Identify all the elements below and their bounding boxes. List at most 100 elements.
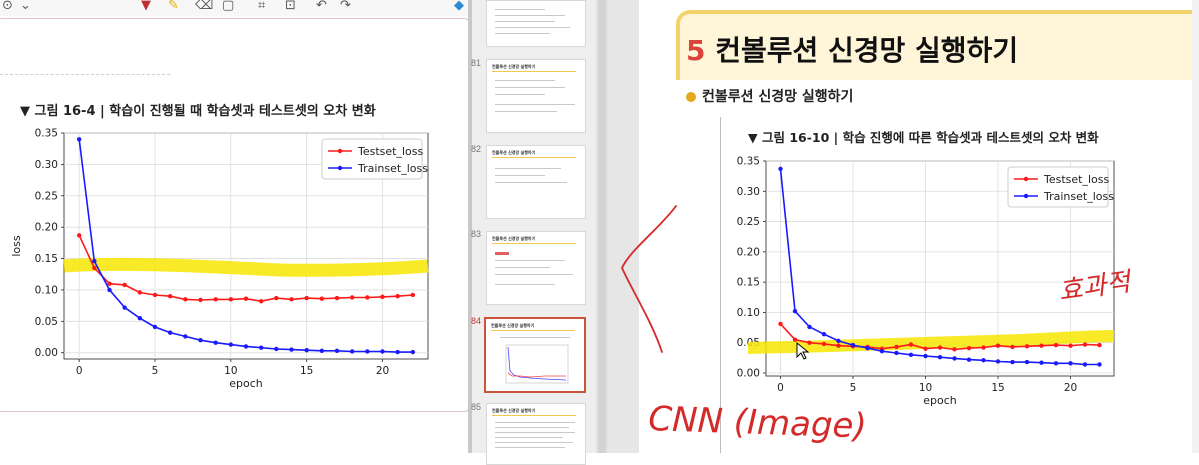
- chevron-down-icon[interactable]: ⌄: [20, 0, 31, 14]
- data-point: [289, 347, 294, 352]
- data-point: [410, 349, 416, 355]
- legend-marker: [337, 165, 343, 171]
- undo-icon[interactable]: ↶: [316, 0, 327, 14]
- data-point: [365, 295, 370, 300]
- data-point: [1053, 361, 1059, 366]
- data-point: [966, 345, 972, 351]
- crop-icon[interactable]: ⌗: [258, 0, 265, 14]
- ocr-icon[interactable]: ⊡: [285, 0, 296, 14]
- pen-icon[interactable]: ▼: [141, 0, 151, 14]
- data-point: [334, 295, 340, 301]
- data-point: [107, 287, 112, 293]
- data-point: [923, 346, 928, 351]
- data-point: [395, 294, 400, 299]
- data-point: [1082, 362, 1088, 367]
- x-tick-label: 5: [152, 365, 159, 377]
- slide-editor-gutter: [608, 0, 639, 453]
- data-point: [952, 347, 957, 352]
- data-point: [92, 265, 97, 271]
- data-point: [952, 356, 957, 361]
- data-point: [778, 166, 783, 172]
- data-point: [137, 315, 143, 321]
- data-point: [76, 233, 82, 238]
- y-tick-label: 0.15: [35, 253, 58, 265]
- left-loss-chart: 0 5 10 15 20 0.00 0.05 0.10 0.15 0.20 0.25 0.30 0.35…: [10, 128, 429, 390]
- x-tick-label: 15: [991, 382, 1004, 394]
- slide-divider: [720, 117, 721, 453]
- thumbnail-title: 컨볼루션 신경망 실행하기: [492, 64, 576, 72]
- slide-thumbnail-85[interactable]: 컨볼루션 신경망 실행하기: [486, 403, 586, 465]
- slide-number: 82: [471, 144, 482, 154]
- data-point: [1068, 343, 1073, 348]
- data-point: [92, 258, 97, 264]
- data-point: [183, 334, 188, 339]
- data-point: [1068, 361, 1073, 366]
- data-point: [122, 305, 127, 310]
- slide-bullet-text[interactable]: 컨볼루션 신경망 실행하기: [702, 86, 853, 106]
- data-point: [1082, 342, 1088, 347]
- slide-title-text: 컨볼루션 신경망 실행하기: [715, 34, 1019, 67]
- y-tick-label: 0.35: [737, 156, 760, 168]
- redo-icon[interactable]: ↷: [340, 0, 351, 14]
- data-point: [319, 296, 325, 301]
- slide-thumbnail-80[interactable]: [486, 0, 586, 47]
- right-figure-caption[interactable]: ▼ 그림 16-10 | 학습 진행에 따른 학습셋과 테스트셋의 오차 변화: [748, 127, 1099, 146]
- data-point: [995, 343, 1001, 348]
- data-point: [894, 350, 899, 356]
- slide-title-number: 5: [686, 34, 706, 67]
- data-point: [966, 357, 972, 362]
- data-point: [1097, 362, 1102, 367]
- data-point: [228, 297, 234, 302]
- bullet-dot: [686, 92, 696, 102]
- data-point: [792, 308, 798, 314]
- data-point: [122, 282, 127, 288]
- data-point: [995, 359, 1001, 364]
- y-axis-label: loss: [722, 258, 725, 280]
- data-point: [349, 295, 355, 300]
- data-point: [152, 324, 158, 330]
- data-point: [894, 344, 899, 350]
- data-point: [865, 345, 870, 351]
- data-point: [365, 349, 370, 354]
- thumbnail-title: 컨볼루션 신경망 실행하기: [491, 323, 575, 331]
- slide-thumbnail-81[interactable]: 컨볼루션 신경망 실행하기: [486, 59, 586, 133]
- data-point: [380, 349, 385, 354]
- legend-label: Testset_loss: [357, 145, 423, 158]
- right-loss-chart[interactable]: 0 5 10 15 200.000.050.100.150.200.250.300.35…: [722, 150, 1192, 415]
- slide-title[interactable]: 5 컨볼루션 신경망 실행하기: [686, 29, 1018, 69]
- x-tick-label: 10: [919, 382, 932, 394]
- data-point: [778, 321, 783, 327]
- slide-thumbnail-83[interactable]: 컨볼루션 신경망 실행하기: [486, 231, 586, 305]
- data-point: [137, 290, 143, 295]
- data-point: [1053, 342, 1059, 348]
- data-point: [908, 342, 914, 347]
- data-point: [289, 297, 294, 302]
- x-tick-label: 20: [376, 365, 389, 377]
- data-point: [167, 330, 173, 335]
- data-point: [1010, 344, 1015, 350]
- slide-thumbnail-82[interactable]: 컨볼루션 신경망 실행하기: [486, 145, 586, 219]
- thumbnail-scrollbar-thumb[interactable]: [598, 0, 606, 453]
- data-point: [183, 297, 188, 302]
- x-tick-label: 5: [850, 382, 857, 394]
- y-axis-label: loss: [10, 235, 23, 257]
- slide-number: 83: [471, 229, 482, 239]
- x-tick-label: 0: [777, 382, 784, 394]
- data-point: [76, 137, 82, 142]
- data-point: [937, 355, 943, 360]
- slide-scrollbar[interactable]: [1192, 0, 1199, 453]
- highlighter-icon[interactable]: ✎: [168, 0, 179, 14]
- x-axis-label: epoch: [923, 394, 957, 407]
- data-point: [304, 348, 309, 353]
- highlighter-stroke: [63, 257, 429, 277]
- eraser-icon[interactable]: ⌫: [195, 0, 213, 14]
- data-point: [380, 294, 385, 300]
- y-tick-label: 0.00: [737, 367, 760, 379]
- lasso-icon[interactable]: ⊙: [2, 0, 13, 14]
- app-icon[interactable]: ◆: [454, 0, 464, 14]
- slide-thumbnail-84-selected[interactable]: 컨볼루션 신경망 실행하기: [484, 317, 586, 393]
- legend-label: Trainset_loss: [357, 162, 428, 175]
- shapes-icon[interactable]: ▢: [222, 0, 234, 14]
- x-tick-label: 0: [76, 365, 83, 377]
- data-point: [304, 295, 309, 301]
